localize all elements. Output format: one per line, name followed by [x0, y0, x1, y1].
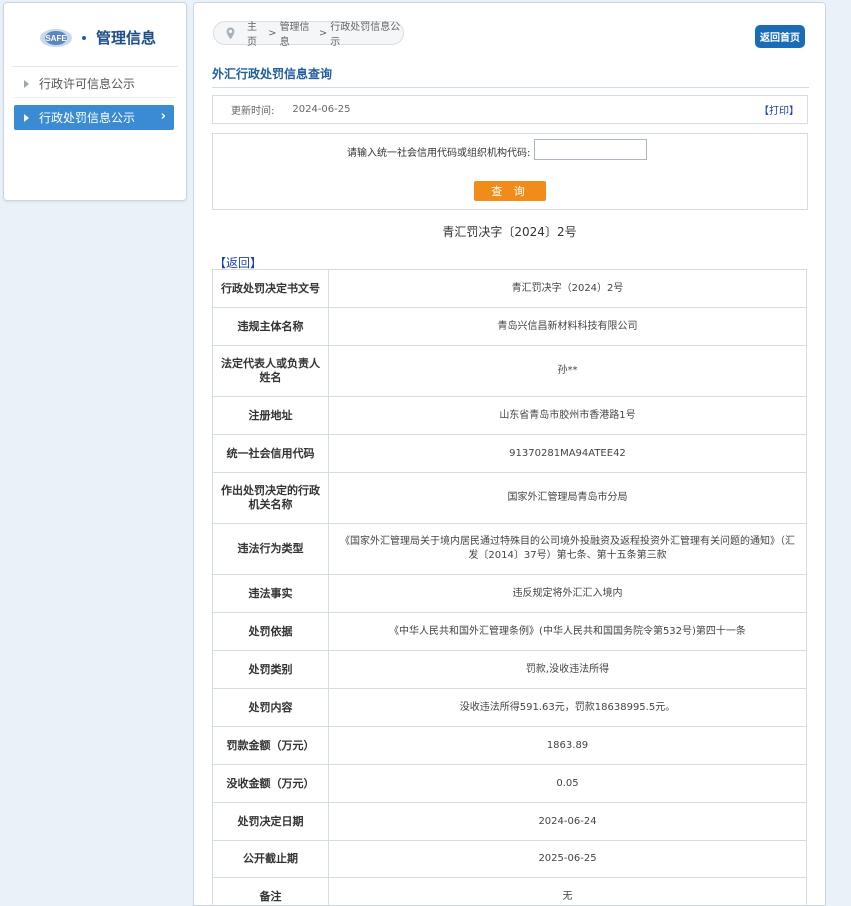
- row-value: 青岛兴信昌新材料科技有限公司: [328, 307, 807, 346]
- table-row: 罚款金额（万元） 1863.89: [212, 726, 807, 765]
- row-value: 1863.89: [328, 726, 807, 765]
- table-row: 注册地址 山东省青岛市胶州市香港路1号: [212, 396, 807, 435]
- row-key: 法定代表人或负责人姓名: [212, 345, 329, 397]
- sidebar-title: 管理信息: [96, 29, 157, 47]
- breadcrumb-separator: >: [268, 27, 277, 39]
- table-row: 违法行为类型 《国家外汇管理局关于境内居民通过特殊目的公司境外投融资及返程投资外汇…: [212, 523, 807, 575]
- row-value: 孙**: [328, 345, 807, 397]
- query-label: 请输入统一社会信用代码或组织机构代码:: [347, 148, 531, 159]
- table-row: 法定代表人或负责人姓名 孙**: [212, 345, 807, 397]
- row-key: 统一社会信用代码: [212, 434, 329, 473]
- breadcrumb: 主页 > 管理信息 > 行政处罚信息公示: [213, 18, 404, 48]
- row-value: 罚款,没收违法所得: [328, 650, 807, 689]
- svg-text:SAFE: SAFE: [45, 34, 67, 43]
- row-key: 备注: [212, 877, 329, 905]
- row-key: 处罚内容: [212, 688, 329, 727]
- sidebar-item-penalty[interactable]: 行政处罚信息公示 ›: [14, 105, 174, 130]
- row-key: 注册地址: [212, 396, 329, 435]
- sidebar-item-license[interactable]: 行政许可信息公示: [14, 70, 174, 98]
- table-row: 处罚决定日期 2024-06-24: [212, 802, 807, 841]
- row-key: 没收金额（万元）: [212, 764, 329, 803]
- back-home-button[interactable]: 返回首页: [755, 25, 805, 48]
- row-key: 违法事实: [212, 574, 329, 613]
- row-key: 处罚类别: [212, 650, 329, 689]
- query-button[interactable]: 查 询: [474, 181, 546, 201]
- left-sidebar: SAFE 管理信息 行政许可信息公示 行政处罚信息公示 ›: [3, 2, 187, 201]
- print-link[interactable]: 【打印】: [759, 102, 799, 117]
- penalty-detail-table: 行政处罚决定书文号 青汇罚决字（2024）2号 违规主体名称 青岛兴信昌新材料科技有…: [212, 269, 807, 905]
- breadcrumb-home[interactable]: 主页: [247, 18, 265, 48]
- row-key: 作出处罚决定的行政机关名称: [212, 472, 329, 524]
- safe-logo-icon: SAFE: [38, 28, 74, 48]
- sidebar-item-label: 行政许可信息公示: [39, 77, 136, 91]
- row-key: 处罚决定日期: [212, 802, 329, 841]
- table-row: 公开截止期 2025-06-25: [212, 840, 807, 878]
- table-row: 违规主体名称 青岛兴信昌新材料科技有限公司: [212, 307, 807, 346]
- row-key: 违规主体名称: [212, 307, 329, 346]
- table-row: 备注无: [212, 877, 807, 905]
- breadcrumb-current: 行政处罚信息公示: [330, 22, 401, 48]
- table-row: 处罚类别 罚款,没收违法所得: [212, 650, 807, 689]
- table-row: 行政处罚决定书文号 青汇罚决字（2024）2号: [212, 269, 807, 308]
- table-row: 处罚内容 没收违法所得591.63元，罚款18638995.5元。: [212, 688, 807, 727]
- row-value: 2025-06-25: [328, 840, 807, 878]
- breadcrumb-separator: >: [318, 27, 328, 39]
- update-bar: 更新时间: 2024-06-25 【打印】: [212, 95, 808, 124]
- divider: [212, 87, 809, 88]
- table-row: 违法事实 违反规定将外汇汇入境内: [212, 574, 807, 613]
- caret-right-icon: [24, 79, 29, 88]
- sidebar-header: SAFE 管理信息: [12, 9, 178, 67]
- row-key: 公开截止期: [212, 840, 329, 878]
- row-value: 91370281MA94ATEE42: [328, 434, 807, 473]
- row-value: 国家外汇管理局青岛市分局: [328, 472, 807, 524]
- page-title: 外汇行政处罚信息查询: [212, 67, 333, 81]
- main-content: 主页 > 管理信息 > 行政处罚信息公示 返回首页 外汇行政处罚信息查询 更新时…: [193, 2, 826, 906]
- row-value: 0.05: [328, 764, 807, 803]
- row-value: 无: [328, 877, 807, 905]
- breadcrumb-level2[interactable]: 管理信息: [280, 18, 316, 48]
- sidebar-item-label: 行政处罚信息公示: [39, 111, 136, 125]
- row-value: 山东省青岛市胶州市香港路1号: [328, 396, 807, 435]
- chevron-right-icon: ›: [160, 109, 166, 124]
- row-key: 行政处罚决定书文号: [212, 269, 329, 308]
- update-label: 更新时间:: [231, 106, 275, 117]
- query-form: 请输入统一社会信用代码或组织机构代码: 查 询: [212, 133, 808, 210]
- title-dot: [82, 35, 86, 40]
- update-date: 2024-06-25: [292, 104, 351, 115]
- row-value: 青汇罚决字（2024）2号: [328, 269, 807, 308]
- row-key: 罚款金额（万元）: [212, 726, 329, 765]
- table-row: 没收金额（万元） 0.05: [212, 764, 807, 803]
- location-pin-icon: [226, 27, 235, 40]
- row-value: 2024-06-24: [328, 802, 807, 841]
- row-value: 违反规定将外汇汇入境内: [328, 574, 807, 613]
- row-value: 没收违法所得591.63元，罚款18638995.5元。: [328, 688, 807, 727]
- caret-right-icon: [24, 113, 29, 122]
- row-value: 《国家外汇管理局关于境内居民通过特殊目的公司境外投融资及返程投资外汇管理有关问题…: [328, 523, 807, 575]
- credit-code-input[interactable]: [534, 139, 647, 160]
- table-row: 统一社会信用代码 91370281MA94ATEE42: [212, 434, 807, 473]
- table-row: 作出处罚决定的行政机关名称 国家外汇管理局青岛市分局: [212, 472, 807, 524]
- table-row: 处罚依据 《中华人民共和国外汇管理条例》(中华人民共和国国务院令第532号)第四十…: [212, 612, 807, 651]
- document-number: 青汇罚决字〔2024〕2号: [442, 225, 577, 239]
- row-value: 《中华人民共和国外汇管理条例》(中华人民共和国国务院令第532号)第四十一条: [328, 612, 807, 651]
- row-key: 处罚依据: [212, 612, 329, 651]
- row-key: 违法行为类型: [212, 523, 329, 575]
